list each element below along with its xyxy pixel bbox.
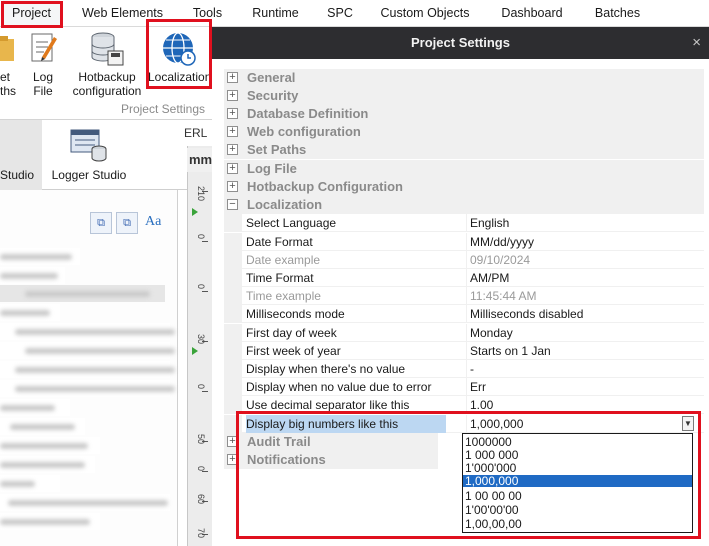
list-item[interactable]: [0, 380, 175, 397]
database-backup-icon: [91, 32, 124, 66]
expand-icon[interactable]: +: [227, 181, 238, 192]
font-size-button[interactable]: Aa: [145, 214, 161, 230]
list-item[interactable]: [0, 248, 80, 265]
property-date-example: Date example 09/10/2024: [224, 251, 704, 269]
category-web-configuration[interactable]: + Web configuration: [224, 123, 704, 141]
list-item[interactable]: [0, 513, 100, 530]
expand-icon[interactable]: +: [227, 144, 238, 155]
list-item[interactable]: [0, 494, 170, 511]
dropdown-option[interactable]: 1,00,00,00: [463, 518, 692, 530]
collapse-icon[interactable]: −: [227, 199, 238, 210]
folder-icon: [0, 36, 14, 61]
set-paths-button[interactable]: et ths: [0, 27, 18, 99]
ruler-unit: mm: [187, 148, 215, 172]
tab-studio[interactable]: Studio: [0, 120, 42, 190]
expand-icon[interactable]: +: [227, 436, 238, 447]
object-tree-panel: ⧉ ⧉ Aa: [0, 190, 178, 546]
menu-tools[interactable]: Tools: [180, 0, 235, 27]
property-first-day-of-week[interactable]: First day of week Monday: [224, 324, 704, 342]
log-file-button[interactable]: Log File: [26, 27, 60, 99]
expand-icon[interactable]: +: [227, 90, 238, 101]
dropdown-option[interactable]: 1'000'000: [463, 462, 692, 474]
expand-icon[interactable]: +: [227, 72, 238, 83]
property-big-numbers[interactable]: Display big numbers like this 1,000,000 ▼: [224, 415, 704, 433]
category-general[interactable]: + General: [224, 69, 704, 87]
big-numbers-combo[interactable]: 1,000,000 ▼: [466, 415, 694, 433]
erl-tab[interactable]: ERL: [184, 126, 207, 140]
menu-project[interactable]: Project: [3, 0, 60, 27]
ruler-marker[interactable]: [192, 347, 198, 355]
list-item[interactable]: [0, 475, 60, 492]
ribbon: et ths Log File Hotbackup configuration Loc…: [0, 27, 212, 120]
globe-clock-icon: [163, 32, 196, 66]
ribbon-group-label: Project Settings: [120, 102, 205, 116]
list-item[interactable]: [0, 267, 65, 284]
property-no-value-display[interactable]: Display when there's no value -: [224, 360, 704, 378]
dropdown-option-selected[interactable]: 1,000,000: [463, 475, 692, 487]
category-security[interactable]: + Security: [224, 87, 704, 105]
property-milliseconds-mode[interactable]: Milliseconds mode Milliseconds disabled: [224, 305, 704, 323]
menu-runtime[interactable]: Runtime: [243, 0, 308, 27]
menu-web-elements[interactable]: Web Elements: [75, 0, 170, 27]
hotbackup-configuration-button[interactable]: Hotbackup configuration: [66, 27, 148, 99]
property-time-example: Time example 11:45:44 AM: [224, 287, 704, 305]
list-item[interactable]: [0, 399, 70, 416]
ruler: 210 0 0 30 0 50 0 60 70: [187, 146, 215, 546]
property-select-language[interactable]: Select Language English: [224, 214, 704, 232]
dialog-title: Project Settings: [212, 27, 709, 59]
localization-button[interactable]: Localization: [148, 27, 211, 99]
list-item[interactable]: [0, 437, 100, 454]
expand-icon[interactable]: +: [227, 454, 238, 465]
list-item[interactable]: [0, 418, 85, 435]
dropdown-option[interactable]: 1'00'00'00: [463, 504, 692, 516]
dropdown-option[interactable]: 1 000 000: [463, 449, 692, 461]
category-database-definition[interactable]: + Database Definition: [224, 105, 704, 123]
menu-batches[interactable]: Batches: [585, 0, 650, 27]
list-item[interactable]: [0, 361, 175, 378]
property-decimal-separator[interactable]: Use decimal separator like this 1.00: [224, 396, 704, 414]
menu-custom-objects[interactable]: Custom Objects: [372, 0, 478, 27]
expand-icon[interactable]: +: [227, 126, 238, 137]
property-date-format[interactable]: Date Format MM/dd/yyyy: [224, 233, 704, 251]
dropdown-option[interactable]: 1000000: [463, 436, 692, 448]
property-time-format[interactable]: Time Format AM/PM: [224, 269, 704, 287]
logger-studio-icon: [70, 129, 107, 162]
expand-icon[interactable]: +: [227, 163, 238, 174]
menu-spc[interactable]: SPC: [320, 0, 360, 27]
category-set-paths[interactable]: + Set Paths: [224, 141, 704, 159]
property-first-week-of-year[interactable]: First week of year Starts on 1 Jan: [224, 342, 704, 360]
expand-all-button[interactable]: ⧉: [90, 212, 112, 234]
close-icon[interactable]: ×: [692, 27, 701, 59]
log-file-icon: [31, 33, 57, 62]
category-localization[interactable]: − Localization: [224, 196, 704, 214]
list-item[interactable]: [0, 456, 95, 473]
menu-dashboard[interactable]: Dashboard: [492, 0, 572, 27]
expand-icon[interactable]: +: [227, 108, 238, 119]
tab-logger-studio[interactable]: Logger Studio: [48, 120, 130, 190]
category-notifications[interactable]: + Notifications: [224, 451, 438, 469]
list-item[interactable]: [0, 323, 175, 340]
category-audit-trail[interactable]: + Audit Trail: [224, 433, 438, 451]
ruler-marker[interactable]: [192, 208, 198, 216]
property-error-value-display[interactable]: Display when no value due to error Err: [224, 378, 704, 396]
menu-bar: Project Web Elements Tools Runtime SPC C…: [0, 0, 709, 27]
dropdown-option[interactable]: 1 00 00 00: [463, 490, 692, 502]
list-item[interactable]: [0, 304, 60, 321]
big-numbers-dropdown: 1000000 1 000 000 1'000'000 1,000,000 1 …: [462, 433, 693, 533]
studio-tabs: Studio Logger Studio: [0, 120, 212, 190]
category-hotbackup-configuration[interactable]: + Hotbackup Configuration: [224, 178, 704, 196]
list-item[interactable]: [0, 342, 175, 359]
collapse-all-button[interactable]: ⧉: [116, 212, 138, 234]
category-log-file[interactable]: + Log File: [224, 160, 704, 178]
chevron-down-icon[interactable]: ▼: [682, 416, 694, 431]
list-item[interactable]: [0, 285, 165, 302]
